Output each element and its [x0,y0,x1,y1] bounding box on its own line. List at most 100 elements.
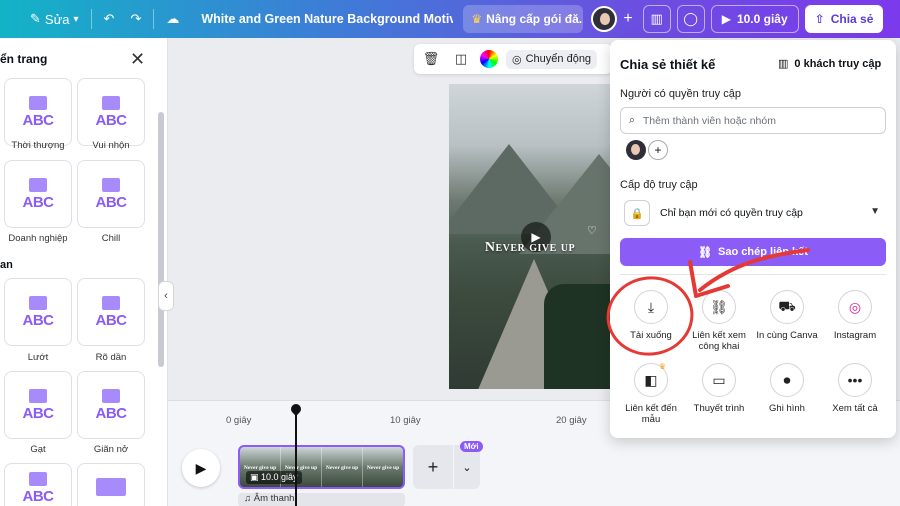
trees-shape [544,284,611,389]
image-icon [29,295,47,310]
redo-icon: ↷ [130,11,142,26]
play-icon: ▶ [721,12,731,26]
animations-panel: ển trang ✕ ABC Thời thượng ABC Vui nhộn … [0,38,168,506]
section-heading: an [0,259,13,271]
share-button[interactable]: ⇧ Chia sẻ [804,5,884,33]
record-option[interactable]: ⏺ Ghi hình [752,363,822,414]
video-clip[interactable]: Never give up Never give up Never give u… [238,445,405,489]
option-label: Ghi hình [769,403,805,414]
tile-doanh-nghiep[interactable]: ABC [4,160,72,228]
tile-label: Chill [101,233,121,244]
image-icon [102,95,120,110]
cloud-sync-button[interactable]: ☁ [158,5,187,33]
record-icon: ⏺ [770,363,804,397]
tile-more-1[interactable]: ABC [4,463,72,506]
template-link-option[interactable]: ◧ Liên kết đến mẫu [616,363,686,425]
avatar[interactable] [591,6,618,32]
more-icon: ••• [838,363,872,397]
bar-chart-icon: ▥ [778,58,789,70]
undo-icon: ↶ [103,11,115,26]
tile-thoi-thuong[interactable]: ABC [4,78,72,146]
time-label: 0 giây [226,415,252,426]
upload-icon: ⇧ [814,12,825,26]
tile-ro-dan[interactable]: ABC [77,278,145,346]
tile-art: ABC [95,311,128,329]
see-all-option[interactable]: ••• Xem tất cả [820,363,890,414]
close-icon[interactable]: ✕ [130,49,145,70]
time-label: 10 giây [390,415,421,426]
motion-button[interactable]: ◎ Chuyển động [506,49,598,69]
chevron-down-icon: ⌄ [462,461,472,474]
search-placeholder: Thêm thành viên hoặc nhóm [642,114,776,127]
trash-icon[interactable]: 🗑 [420,48,442,70]
timeline-play-button[interactable]: ▶ [182,449,220,487]
new-badge: Mới [460,441,483,452]
divider [153,9,155,29]
search-icon: ⌕ [629,114,635,126]
clip-frame: Never give up [366,465,400,471]
undo-button[interactable]: ↶ [96,5,123,33]
design-title[interactable]: White and Green Nature Background Motiva… [201,12,453,26]
instagram-option[interactable]: ◎ Instagram [820,290,890,341]
avatar[interactable] [626,140,646,160]
visitors-count[interactable]: ▥ 0 khách truy cập [778,57,881,71]
option-label: Thuyết trình [693,403,745,414]
tile-art: ABC [95,193,128,211]
public-view-link-option[interactable]: ⛓ Liên kết xem công khai [684,290,754,352]
comments-button[interactable]: ◯ [676,5,705,33]
tile-art: ABC [22,404,55,422]
tile-gat[interactable]: ABC [4,371,72,439]
color-picker[interactable] [480,50,498,68]
collapse-panel-button[interactable]: ‹ [158,281,174,311]
flip-icon[interactable]: ◫ [450,48,472,70]
access-level-select[interactable]: 🔒 Chỉ bạn mới có quyền truy cập ▼ [620,197,886,229]
heart-icon: ♡ [587,225,597,237]
audio-track[interactable]: ♫ Âm thanh [238,493,405,506]
top-bar: ✎ Sửa ▾ ↶ ↷ ☁ White and Green Nature Bac… [0,0,900,38]
audio-label: Âm thanh [253,493,295,504]
link-icon: ⛓ [702,290,736,324]
playhead[interactable] [295,408,297,506]
add-page-button[interactable]: + [413,445,453,489]
tile-vui-nhon[interactable]: ABC [77,78,145,146]
design-headline[interactable]: Never give up [449,240,611,256]
tile-more-2[interactable] [77,463,145,506]
share-panel: Chia sẻ thiết kế ▥ 0 khách truy cập Ngườ… [610,40,896,438]
play-preview-button[interactable]: ▶ 10.0 giây [710,5,799,33]
film-icon: ▣ [250,472,262,482]
motion-label: Chuyển động [525,53,592,65]
member-search-input[interactable]: ⌕ Thêm thành viên hoặc nhóm [620,107,886,134]
insights-button[interactable]: ▥ [642,5,671,33]
tile-label: Lướt [27,352,49,363]
redo-button[interactable]: ↷ [122,5,149,33]
download-option[interactable]: ⤓ Tải xuống [616,290,686,341]
design-canvas[interactable]: ▶ ♡ Never give up [449,84,611,389]
chevron-down-icon: ▼ [870,206,880,217]
clip-frame: Never give up [322,447,363,487]
tile-art: ABC [22,111,55,129]
copy-link-button[interactable]: ⛓ Sao chép liên kết [620,238,886,266]
access-level-label: Cấp độ truy cập [620,179,698,191]
tile-chill[interactable]: ABC [77,160,145,228]
tile-luot[interactable]: ABC [4,278,72,346]
present-option[interactable]: ▭ Thuyết trình [684,363,754,414]
present-icon: ▭ [702,363,736,397]
comment-icon: ◯ [683,11,698,26]
image-icon [102,177,120,192]
add-collaborator-button[interactable]: + [617,5,638,33]
upgrade-button[interactable]: ♛ Nâng cấp gói đă... [463,5,584,33]
add-person-button[interactable]: + [648,140,668,160]
pencil-icon: ✎ [30,11,41,26]
clip-duration-text: 10.0 giây [261,472,298,482]
clip-duration: ▣ 10.0 giây [246,471,302,484]
panel-scrollbar[interactable] [158,112,164,367]
edit-menu[interactable]: ✎ Sửa ▾ [22,5,87,33]
access-people-label: Người có quyền truy cập [620,88,741,100]
tile-art: ABC [22,311,55,329]
print-option[interactable]: ⛟ In cùng Canva [752,290,822,341]
tile-label: Giãn nở [93,444,129,455]
tile-gian-no[interactable]: ABC [77,371,145,439]
plus-icon: + [427,456,439,477]
tile-art: ABC [22,193,55,211]
music-icon: ♫ [244,493,254,504]
